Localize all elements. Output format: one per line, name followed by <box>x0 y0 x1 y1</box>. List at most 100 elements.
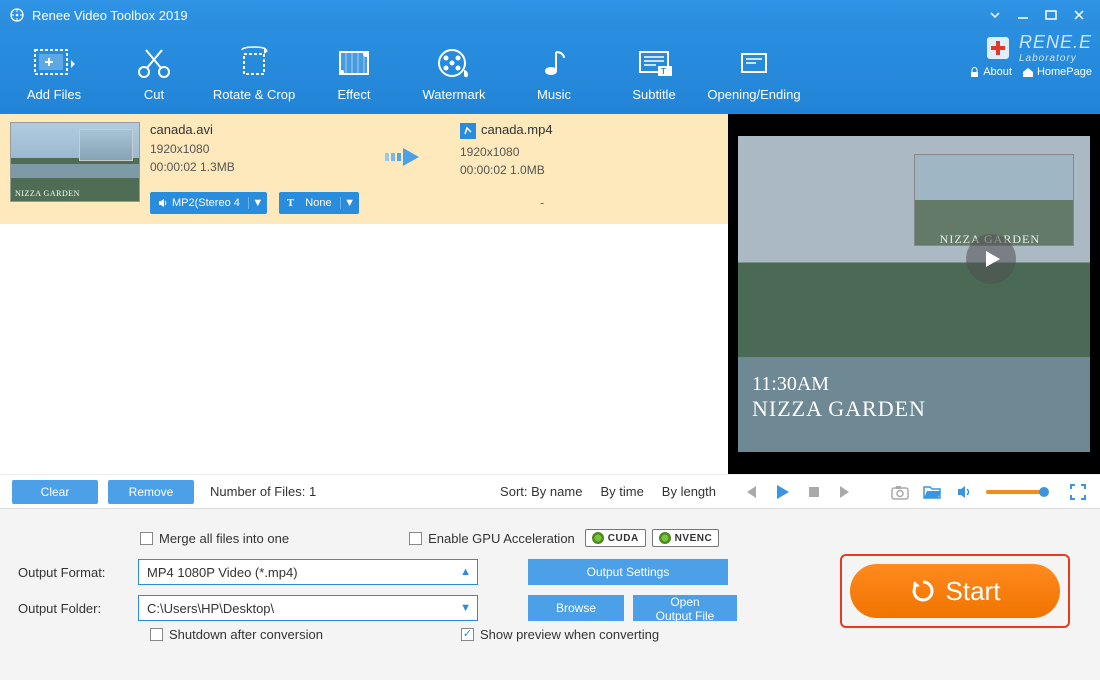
cut-button[interactable]: Cut <box>104 32 204 112</box>
toolbar-label: Opening/Ending <box>707 87 800 102</box>
start-button[interactable]: Start <box>850 564 1060 618</box>
output-meta: 00:00:02 1.0MB <box>460 161 718 179</box>
speaker-icon <box>158 198 168 208</box>
overlay-time: 11:30AM <box>752 373 829 396</box>
effect-icon <box>334 43 374 83</box>
rotate-crop-button[interactable]: Rotate & Crop <box>204 32 304 112</box>
svg-text:T: T <box>661 67 666 76</box>
effect-button[interactable]: Effect <box>304 32 404 112</box>
output-info: canada.mp4 1920x1080 00:00:02 1.0MB <box>460 122 718 179</box>
brand-name: RENE.E <box>1019 32 1092 53</box>
file-list: NIZZA GARDEN canada.avi 1920x1080 00:00:… <box>0 114 728 474</box>
opening-ending-button[interactable]: Opening/Ending <box>704 32 804 112</box>
lock-icon <box>969 67 980 78</box>
source-resolution: 1920x1080 <box>150 140 360 158</box>
brand-area: RENE.E Laboratory About HomePage <box>969 32 1092 78</box>
source-meta: 00:00:02 1.3MB <box>150 158 360 176</box>
start-highlight: Start <box>840 554 1070 628</box>
add-files-icon <box>31 43 77 83</box>
cuda-badge: CUDA <box>585 529 646 547</box>
nvenc-badge: NVENC <box>652 529 720 547</box>
preview-play-button[interactable] <box>966 234 1016 284</box>
output-format-dropdown[interactable]: MP4 1080P Video (*.mp4) ▲ <box>138 559 478 585</box>
sort-label: Sort: By name <box>500 484 582 499</box>
stop-button[interactable] <box>804 482 824 502</box>
nvidia-icon <box>592 532 604 544</box>
toolbar-label: Effect <box>337 87 370 102</box>
progress-placeholder: - <box>540 195 544 210</box>
clear-button[interactable]: Clear <box>12 480 98 504</box>
source-thumbnail: NIZZA GARDEN <box>10 122 140 202</box>
chevron-down-icon: ▼ <box>460 602 471 614</box>
rotate-crop-icon <box>234 43 274 83</box>
chevron-down-icon: ▼ <box>249 197 267 209</box>
bottom-panel: Merge all files into one Enable GPU Acce… <box>0 508 1100 680</box>
remove-button[interactable]: Remove <box>108 480 194 504</box>
convert-arrow-icon <box>370 122 450 192</box>
minimize-button[interactable] <box>1010 5 1036 25</box>
mp4-badge-icon <box>460 123 476 139</box>
volume-button[interactable] <box>954 482 974 502</box>
merge-checkbox[interactable]: Merge all files into one <box>140 531 289 546</box>
file-count: Number of Files: 1 <box>210 484 316 499</box>
subtitle-button[interactable]: T Subtitle <box>604 32 704 112</box>
output-folder-dropdown[interactable]: C:\Users\HP\Desktop\ ▼ <box>138 595 478 621</box>
music-button[interactable]: Music <box>504 32 604 112</box>
nvidia-icon <box>659 532 671 544</box>
collapse-button[interactable] <box>982 5 1008 25</box>
window-title: Renee Video Toolbox 2019 <box>32 8 980 23</box>
open-output-file-button[interactable]: Open Output File <box>633 595 737 621</box>
preview-panel: NIZZA GARDEN 11:30AM NIZZA GARDEN <box>728 114 1100 474</box>
next-button[interactable] <box>836 482 856 502</box>
output-resolution: 1920x1080 <box>460 143 718 161</box>
watermark-button[interactable]: Watermark <box>404 32 504 112</box>
audio-track-dropdown[interactable]: MP2(Stereo 4 ▼ <box>150 192 267 214</box>
sort-by-length[interactable]: By length <box>662 484 716 499</box>
output-filename: canada.mp4 <box>481 122 553 137</box>
toolbar-label: Watermark <box>422 87 485 102</box>
maximize-button[interactable] <box>1038 5 1064 25</box>
add-files-button[interactable]: Add Files <box>4 32 104 112</box>
text-icon: T <box>287 197 294 209</box>
snapshot-button[interactable] <box>890 482 910 502</box>
output-format-label: Output Format: <box>18 565 128 580</box>
open-folder-button[interactable] <box>922 482 942 502</box>
home-icon <box>1022 67 1034 78</box>
chevron-up-icon: ▲ <box>460 566 471 578</box>
brand-sub: Laboratory <box>1019 53 1092 64</box>
browse-button[interactable]: Browse <box>528 595 624 621</box>
main-toolbar: Add Files Cut Rotate & Crop Effect Water… <box>0 30 1100 114</box>
app-logo-icon <box>8 6 26 24</box>
opening-ending-icon <box>734 43 774 83</box>
scissors-icon <box>134 43 174 83</box>
music-icon <box>534 43 574 83</box>
source-filename: canada.avi <box>150 122 360 137</box>
homepage-link[interactable]: HomePage <box>1022 66 1092 78</box>
refresh-icon <box>910 578 936 604</box>
about-link[interactable]: About <box>969 66 1012 78</box>
file-row[interactable]: NIZZA GARDEN canada.avi 1920x1080 00:00:… <box>0 114 728 224</box>
subtitle-track-dropdown[interactable]: T None ▼ <box>279 192 359 214</box>
chevron-down-icon: ▼ <box>341 197 359 209</box>
show-preview-checkbox[interactable]: Show preview when converting <box>461 627 659 642</box>
close-button[interactable] <box>1066 5 1092 25</box>
toolbar-label: Music <box>537 87 571 102</box>
play-button[interactable] <box>772 482 792 502</box>
sort-by-time[interactable]: By time <box>600 484 643 499</box>
list-footer: Clear Remove Number of Files: 1 Sort: By… <box>0 474 728 508</box>
gpu-checkbox[interactable]: Enable GPU Acceleration <box>409 531 575 546</box>
shutdown-checkbox[interactable]: Shutdown after conversion <box>150 627 323 642</box>
brand-shield-icon <box>983 33 1013 63</box>
toolbar-label: Cut <box>144 87 164 102</box>
player-controls <box>728 474 1100 508</box>
volume-slider[interactable] <box>986 490 1048 494</box>
subtitle-icon: T <box>634 43 674 83</box>
titlebar: Renee Video Toolbox 2019 <box>0 0 1100 30</box>
overlay-title: NIZZA GARDEN <box>752 396 926 422</box>
toolbar-label: Rotate & Crop <box>213 87 295 102</box>
output-settings-button[interactable]: Output Settings <box>528 559 728 585</box>
watermark-icon <box>434 43 474 83</box>
toolbar-label: Add Files <box>27 87 81 102</box>
prev-button[interactable] <box>740 482 760 502</box>
fullscreen-button[interactable] <box>1068 482 1088 502</box>
